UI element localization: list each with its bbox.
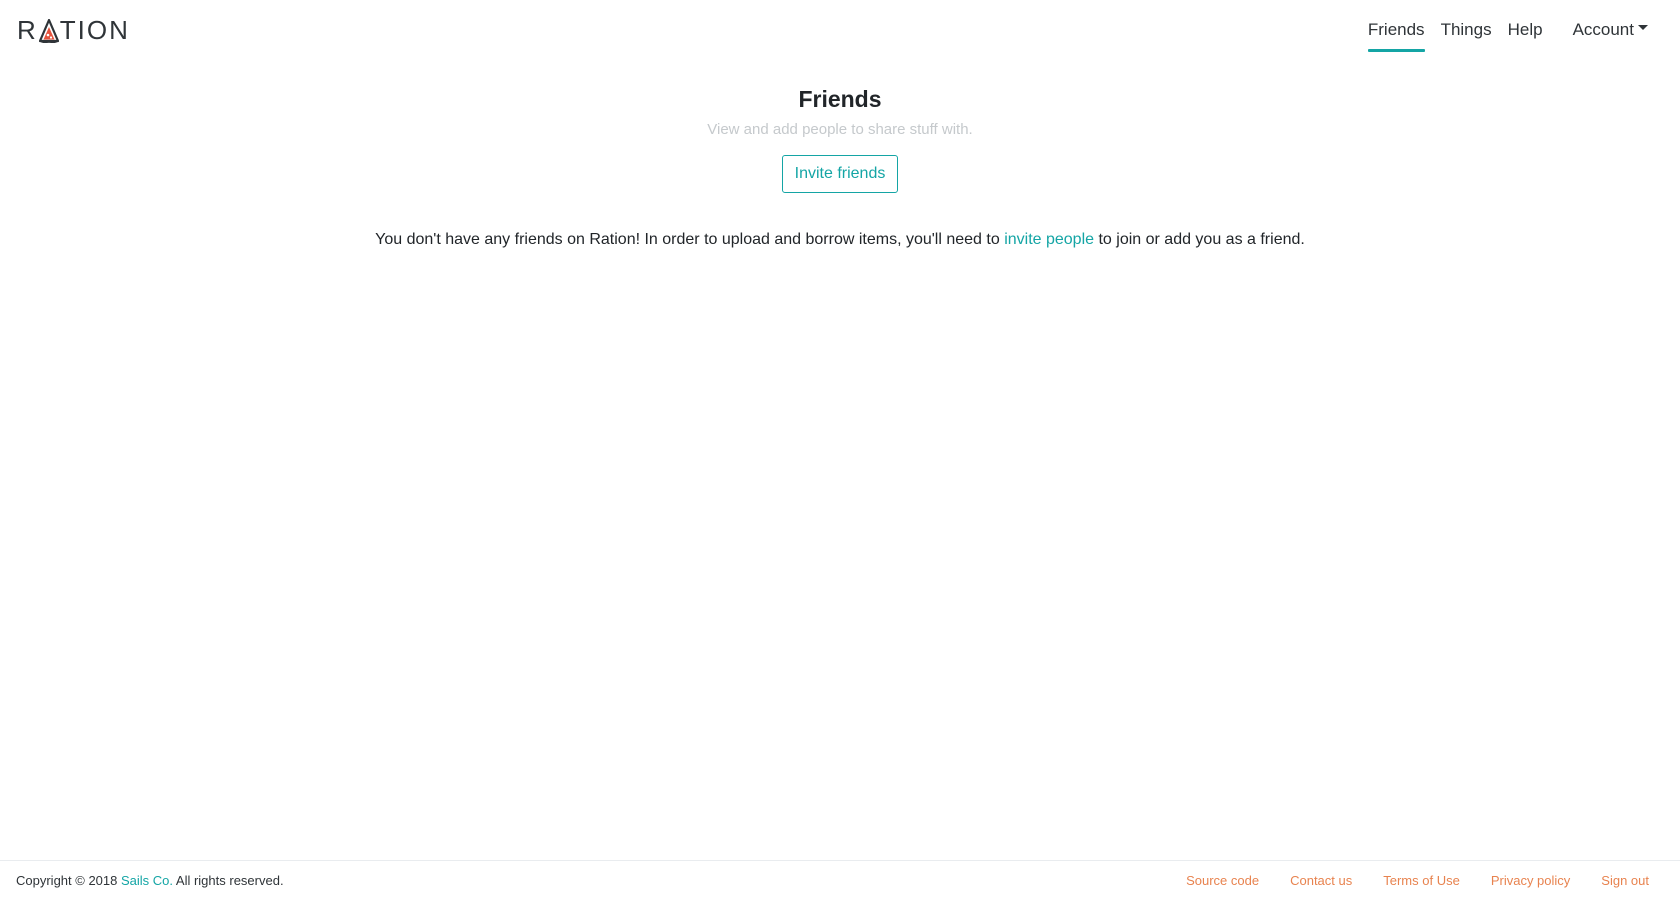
ration-logo[interactable]: R TION [17, 14, 130, 46]
footer-links: Source code Contact us Terms of Use Priv… [1186, 873, 1649, 888]
nav-things[interactable]: Things [1433, 0, 1500, 60]
invite-people-link[interactable]: invite people [1004, 231, 1094, 248]
empty-message-text-before: You don't have any friends on Ration! In… [375, 231, 1005, 248]
copyright-suffix: All rights reserved. [173, 873, 284, 888]
empty-message-text-after: to join or add you as a friend. [1094, 231, 1305, 248]
top-navbar: R TION Friends Things Help Account [0, 0, 1680, 60]
footer-link-source-code[interactable]: Source code [1186, 873, 1259, 888]
nav-help[interactable]: Help [1500, 0, 1551, 60]
page-subtitle: View and add people to share stuff with. [707, 121, 973, 138]
nav-account-dropdown[interactable]: Account [1565, 0, 1656, 60]
logo-pizza-icon [38, 17, 59, 43]
footer-link-sign-out[interactable]: Sign out [1601, 873, 1649, 888]
footer-link-privacy-policy[interactable]: Privacy policy [1491, 873, 1570, 888]
caret-down-icon [1638, 24, 1648, 30]
page-title: Friends [798, 86, 882, 112]
footer: Copyright © 2018 Sails Co. All rights re… [0, 860, 1680, 900]
logo-text-suffix: TION [59, 14, 130, 45]
nav-account-label: Account [1572, 20, 1634, 39]
footer-link-contact-us[interactable]: Contact us [1290, 873, 1352, 888]
company-link[interactable]: Sails Co. [121, 873, 173, 888]
invite-friends-button[interactable]: Invite friends [781, 155, 899, 193]
main-nav: Friends Things Help Account [1360, 0, 1656, 60]
page: R TION Friends Things Help Account Frien… [0, 0, 1680, 900]
nav-friends[interactable]: Friends [1360, 0, 1433, 60]
logo-text-prefix: R [17, 14, 38, 45]
copyright: Copyright © 2018 Sails Co. All rights re… [16, 873, 284, 888]
empty-friends-message: You don't have any friends on Ration! In… [0, 229, 1680, 251]
copyright-prefix: Copyright © 2018 [16, 873, 121, 888]
footer-link-terms-of-use[interactable]: Terms of Use [1383, 873, 1460, 888]
main-content: Friends View and add people to share stu… [0, 80, 1680, 251]
